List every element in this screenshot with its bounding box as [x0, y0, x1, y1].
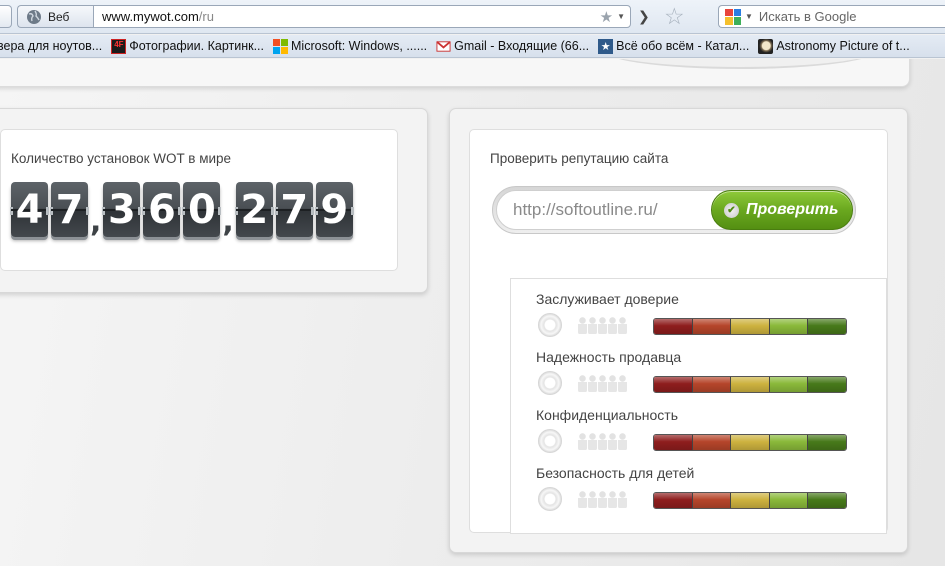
rating-label: Надежность продавца: [536, 349, 682, 365]
people-icon: [578, 432, 628, 450]
site-check-form: ✔ Проверить: [492, 186, 856, 234]
counter-separator: ,: [90, 204, 102, 239]
bookmark-item[interactable]: Gmail - Входящие (66...: [436, 39, 589, 54]
microsoft-logo-icon: [273, 38, 289, 54]
rating-label: Безопасность для детей: [536, 465, 695, 481]
photo-site-icon: 4F: [111, 38, 127, 54]
rating-scale-segment: [769, 377, 809, 392]
counter-separator: ,: [222, 204, 234, 239]
install-counter-card: Количество установок WOT в мире 47,360,2…: [0, 129, 398, 271]
counter-digit: 6: [142, 182, 182, 237]
check-button[interactable]: ✔ Проверить: [711, 190, 853, 230]
install-counter-digits: 47,360,279: [10, 175, 356, 239]
rating-label: Конфиденциальность: [536, 407, 679, 423]
rating-scale-segment: [692, 377, 732, 392]
rating-scale-segment: [769, 493, 809, 508]
rating-scale-segment: [692, 435, 732, 450]
rating-scale-segment: [654, 493, 693, 508]
bookmark-item[interactable]: 4F Фотографии. Картинк...: [111, 38, 265, 54]
rating-scale-segment: [808, 493, 846, 508]
counter-digit: 0: [182, 182, 222, 237]
browser-toolbar: Веб www.mywot.com/ru ★ ▼ ❯ ☆ ▼ Искать в …: [0, 0, 945, 34]
rating-scale-segment: [654, 319, 693, 334]
counter-digit: 7: [50, 182, 89, 237]
checkmark-icon: ✔: [724, 202, 739, 218]
rating-scale-segment: [654, 435, 693, 450]
counter-digit: 7: [274, 182, 314, 237]
bookmark-page-star-icon[interactable]: ★: [600, 8, 613, 26]
reputation-ratings: Заслуживает доверие Надежность продавца …: [510, 278, 887, 534]
identity-label: Веб: [48, 9, 70, 24]
rating-scale-bar: [653, 318, 847, 335]
rating-scale-segment: [808, 377, 846, 392]
search-engine-dropdown-icon[interactable]: ▼: [745, 12, 753, 21]
search-placeholder[interactable]: Искать в Google: [759, 9, 857, 24]
gmail-icon: [436, 40, 451, 52]
site-check-card: Проверить репутацию сайта ✔ Проверить За…: [469, 129, 888, 534]
site-check-label: Проверить репутацию сайта: [490, 151, 669, 166]
bookmark-label: Astronomy Picture of t...: [776, 39, 910, 53]
bookmark-item[interactable]: вера для ноутов...: [0, 39, 102, 53]
site-url-input[interactable]: [496, 190, 736, 230]
rating-scale-bar: [653, 376, 847, 393]
address-bar[interactable]: www.mywot.com/ru ★ ▼: [93, 5, 631, 28]
rating-scale-segment: [654, 377, 693, 392]
rating-scale-segment: [808, 435, 846, 450]
rating-scale-segment: [808, 319, 846, 334]
people-icon: [578, 316, 628, 334]
bookmark-label: Всё обо всём - Катал...: [616, 39, 750, 53]
bookmark-item[interactable]: ★ Всё обо всём - Катал...: [598, 38, 750, 54]
bookmark-label: Microsoft: Windows, ......: [291, 39, 428, 53]
bookmark-item[interactable]: Microsoft: Windows, ......: [273, 38, 428, 54]
site-check-panel: Проверить репутацию сайта ✔ Проверить За…: [449, 108, 908, 553]
rating-label: Заслуживает доверие: [536, 291, 679, 307]
go-arrow-icon[interactable]: ❯: [638, 8, 650, 25]
bookmark-label: Фотографии. Картинк...: [129, 39, 265, 53]
rating-ring-icon: [538, 487, 562, 511]
rating-scale-segment: [769, 319, 809, 334]
rating-scale-segment: [731, 435, 770, 450]
forward-button[interactable]: [0, 5, 12, 28]
install-counter-label: Количество установок WOT в мире: [11, 151, 232, 166]
bookmark-label: Gmail - Входящие (66...: [454, 39, 590, 53]
bookmarks-bar: вера для ноутов... 4F Фотографии. Картин…: [0, 35, 945, 58]
rating-scale-segment: [692, 493, 732, 508]
bookmarks-star-icon[interactable]: ☆: [664, 3, 685, 30]
rating-scale-segment: [731, 319, 770, 334]
rating-ring-icon: [538, 429, 562, 453]
counter-digit: 2: [234, 182, 274, 237]
people-icon: [578, 374, 628, 392]
bookmark-label: вера для ноутов...: [0, 39, 103, 53]
install-counter-panel: Количество установок WOT в мире 47,360,2…: [0, 108, 428, 293]
rating-scale-bar: [653, 492, 847, 509]
rating-scale-segment: [692, 319, 732, 334]
counter-digit: 9: [314, 182, 354, 237]
bookmark-item[interactable]: Astronomy Picture of t...: [758, 38, 910, 54]
google-engine-icon[interactable]: [725, 8, 741, 25]
url-text[interactable]: www.mywot.com/ru: [102, 9, 600, 24]
rating-ring-icon: [538, 313, 562, 337]
rating-scale-segment: [769, 435, 809, 450]
people-icon: [578, 490, 628, 508]
rating-scale-bar: [653, 434, 847, 451]
astronomy-icon: [758, 38, 774, 54]
page-content: Количество установок WOT в мире 47,360,2…: [0, 59, 945, 566]
check-button-label: Проверить: [746, 201, 839, 218]
star-badge-icon: ★: [598, 38, 614, 54]
counter-digit: 4: [10, 182, 49, 237]
search-bar[interactable]: ▼ Искать в Google: [718, 5, 945, 28]
globe-icon: [27, 9, 41, 24]
rating-ring-icon: [538, 371, 562, 395]
counter-digit: 3: [102, 182, 142, 237]
rating-scale-segment: [731, 377, 770, 392]
rating-scale-segment: [731, 493, 770, 508]
url-history-dropdown-icon[interactable]: ▼: [617, 12, 625, 21]
site-identity-button[interactable]: Веб: [17, 5, 93, 28]
